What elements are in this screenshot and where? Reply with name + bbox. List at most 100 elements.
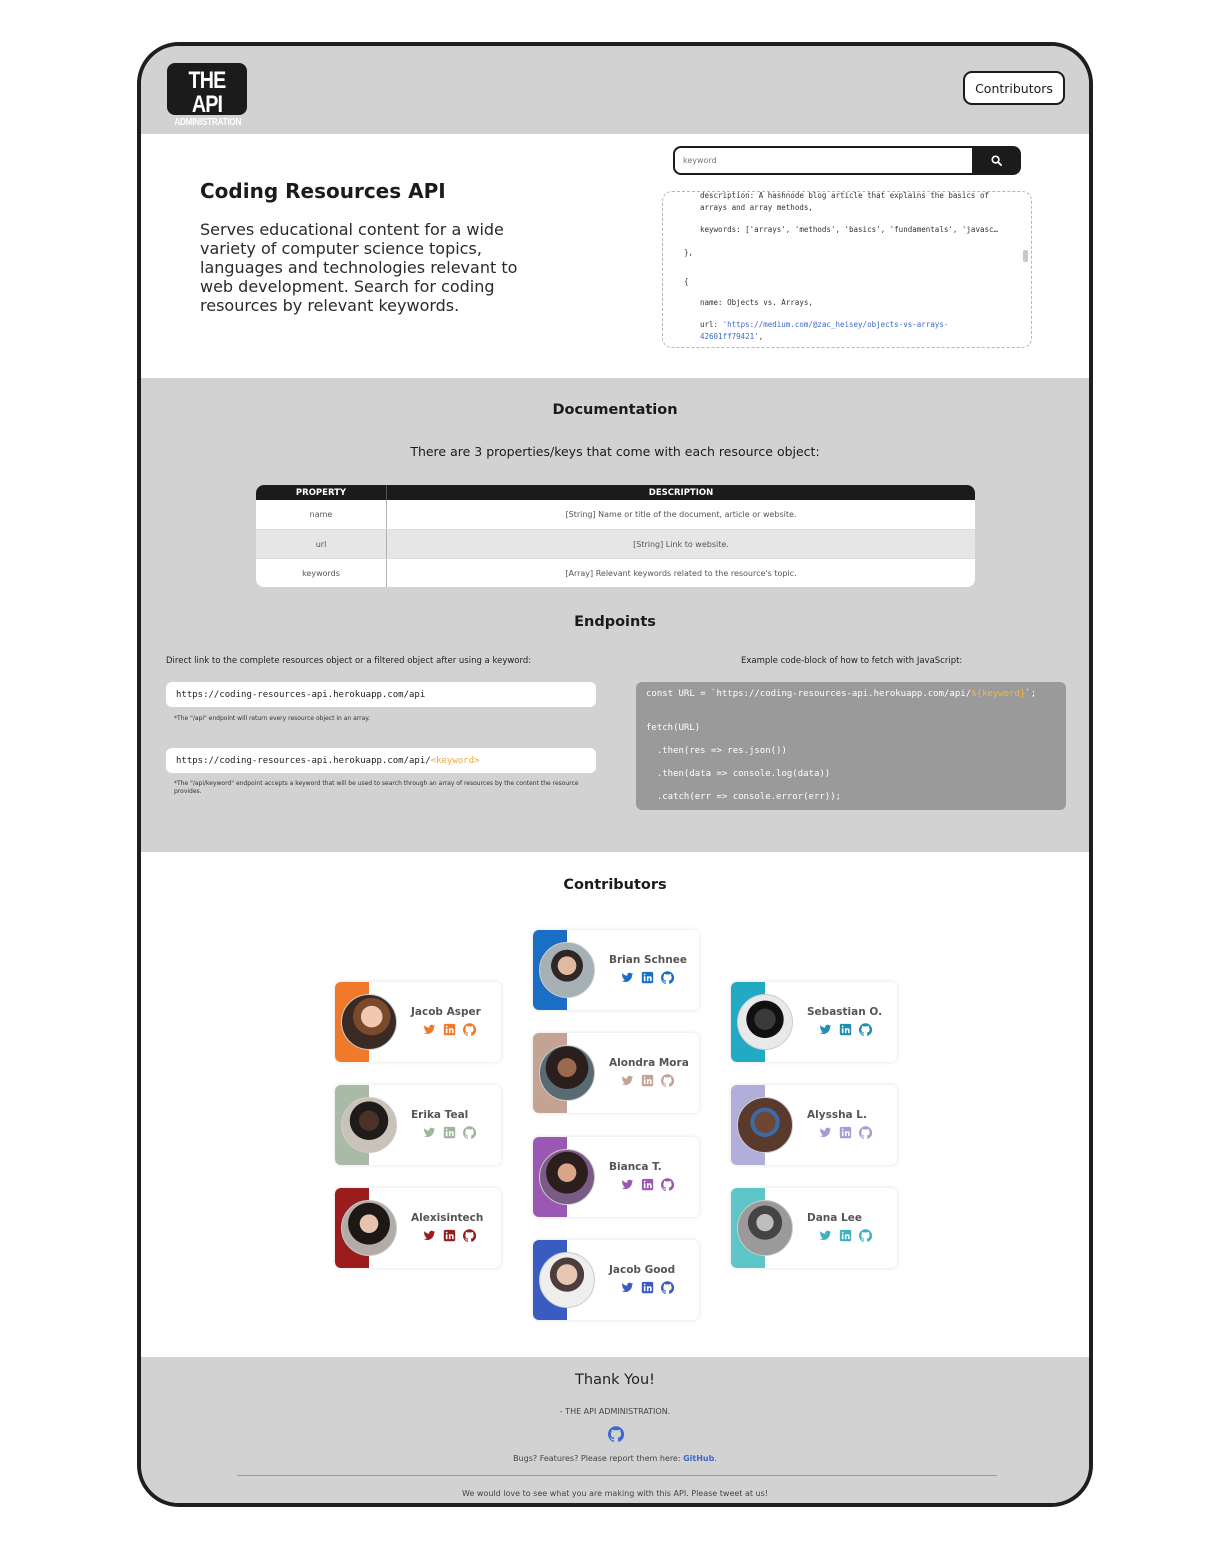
twitter-icon[interactable] bbox=[819, 1023, 832, 1036]
endpoint-url-keyword[interactable]: https://coding-resources-api.herokuapp.c… bbox=[166, 748, 596, 773]
social-links bbox=[423, 1229, 476, 1242]
thanks-text: Thank You! bbox=[575, 1372, 655, 1388]
contributor-name: Alyssha L. bbox=[807, 1109, 867, 1121]
linkedin-icon[interactable] bbox=[641, 1074, 654, 1087]
scrollbar[interactable] bbox=[1023, 250, 1028, 262]
github-link[interactable]: GitHub bbox=[683, 1454, 714, 1463]
linkedin-icon[interactable] bbox=[443, 1229, 456, 1242]
cell-description: [String] Name or title of the document, … bbox=[565, 510, 797, 519]
github-icon[interactable] bbox=[463, 1126, 476, 1139]
contributor-name: Bianca T. bbox=[609, 1161, 662, 1173]
contributor-card[interactable]: Brian Schnee bbox=[533, 930, 699, 1010]
avatar bbox=[737, 994, 793, 1050]
contributor-card[interactable]: Sebastian O. bbox=[731, 982, 897, 1062]
hero-section: Coding Resources API Serves educational … bbox=[141, 134, 1089, 378]
endpoint-url-keyword-placeholder: <keyword> bbox=[430, 755, 480, 766]
twitter-icon[interactable] bbox=[819, 1229, 832, 1242]
tweet-text: We would love to see what you are making… bbox=[462, 1489, 768, 1498]
twitter-icon[interactable] bbox=[621, 971, 634, 984]
linkedin-icon[interactable] bbox=[641, 1281, 654, 1294]
contributors-title: Contributors bbox=[563, 877, 667, 893]
contributor-card[interactable]: Jacob Asper bbox=[335, 982, 501, 1062]
twitter-icon[interactable] bbox=[423, 1126, 436, 1139]
bug-report-label: Bugs? Features? Please report them here: bbox=[513, 1454, 684, 1463]
github-icon[interactable] bbox=[661, 971, 674, 984]
logo-line1: THE API bbox=[188, 67, 227, 118]
linkedin-icon[interactable] bbox=[641, 1178, 654, 1191]
endpoint-note-all: *The "/api" endpoint will return every r… bbox=[174, 715, 370, 722]
twitter-icon[interactable] bbox=[423, 1229, 436, 1242]
column-header-description: DESCRIPTION bbox=[648, 487, 714, 498]
cell-property: name bbox=[256, 500, 387, 529]
endpoints-left-label: Direct link to the complete resources ob… bbox=[166, 656, 532, 666]
table-header: PROPERTY DESCRIPTION bbox=[256, 485, 975, 500]
contributor-name: Brian Schnee bbox=[609, 954, 687, 966]
contributor-card[interactable]: Erika Teal bbox=[335, 1085, 501, 1165]
endpoint-url-base: https://coding-resources-api.herokuapp.c… bbox=[176, 755, 431, 766]
twitter-icon[interactable] bbox=[819, 1126, 832, 1139]
social-links bbox=[621, 971, 674, 984]
search-input[interactable] bbox=[673, 146, 973, 175]
linkedin-icon[interactable] bbox=[443, 1126, 456, 1139]
code-line: keywords: ['arrays', 'methods', 'basics'… bbox=[700, 225, 999, 234]
properties-table: PROPERTY DESCRIPTION name [String] Name … bbox=[256, 485, 975, 587]
twitter-icon[interactable] bbox=[621, 1074, 634, 1087]
logo-line2: ADMINISTRATION bbox=[174, 117, 242, 128]
contributors-button[interactable]: Contributors bbox=[963, 71, 1065, 105]
divider bbox=[237, 1475, 997, 1476]
contributor-card[interactable]: Bianca T. bbox=[533, 1137, 699, 1217]
hero-description: Serves educational content for a wide va… bbox=[200, 220, 518, 315]
code-comma: , bbox=[758, 332, 764, 341]
twitter-icon[interactable] bbox=[621, 1178, 634, 1191]
contributor-name: Jacob Asper bbox=[411, 1006, 481, 1018]
cell-property: url bbox=[256, 530, 387, 558]
code-link-cont[interactable]: 42601ff79421' bbox=[700, 332, 759, 341]
fetch-code-block[interactable]: const URL = `https://coding-resources-ap… bbox=[636, 682, 1066, 810]
linkedin-icon[interactable] bbox=[443, 1023, 456, 1036]
contributor-card[interactable]: Alondra Mora bbox=[533, 1033, 699, 1113]
github-icon[interactable] bbox=[859, 1229, 872, 1242]
twitter-icon[interactable] bbox=[423, 1023, 436, 1036]
github-icon[interactable] bbox=[661, 1074, 674, 1087]
github-icon[interactable] bbox=[463, 1229, 476, 1242]
github-icon[interactable] bbox=[608, 1426, 624, 1442]
contributor-name: Erika Teal bbox=[411, 1109, 469, 1121]
github-icon[interactable] bbox=[661, 1281, 674, 1294]
bug-report-end: . bbox=[714, 1454, 717, 1463]
avatar bbox=[341, 994, 397, 1050]
browser-window: THE API ADMINISTRATION Contributors Codi… bbox=[137, 42, 1093, 1507]
linkedin-icon[interactable] bbox=[839, 1023, 852, 1036]
contributor-card[interactable]: Alexisintech bbox=[335, 1188, 501, 1268]
github-icon[interactable] bbox=[859, 1126, 872, 1139]
avatar bbox=[539, 1149, 595, 1205]
twitter-icon[interactable] bbox=[621, 1281, 634, 1294]
json-preview[interactable]: description: A hashnode blog article tha… bbox=[662, 191, 1032, 348]
github-icon[interactable] bbox=[661, 1178, 674, 1191]
code-line-then-log: .then(data => console.log(data)) bbox=[646, 769, 831, 779]
avatar bbox=[341, 1097, 397, 1153]
social-links bbox=[621, 1281, 674, 1294]
endpoint-url-all[interactable]: https://coding-resources-api.herokuapp.c… bbox=[166, 682, 596, 707]
social-links bbox=[819, 1126, 872, 1139]
linkedin-icon[interactable] bbox=[839, 1126, 852, 1139]
linkedin-icon[interactable] bbox=[839, 1229, 852, 1242]
column-header-property: PROPERTY bbox=[256, 485, 387, 500]
social-links bbox=[819, 1229, 872, 1242]
code-line-then-json: .then(res => res.json()) bbox=[646, 746, 787, 756]
signature-text: - THE API ADMINISTRATION. bbox=[559, 1407, 671, 1416]
contributor-card[interactable]: Jacob Good bbox=[533, 1240, 699, 1320]
contributor-card[interactable]: Alyssha L. bbox=[731, 1085, 897, 1165]
code-link[interactable]: 'https://medium.com/@zac_heisey/objects-… bbox=[723, 320, 949, 329]
search-button[interactable] bbox=[972, 146, 1021, 175]
github-icon[interactable] bbox=[859, 1023, 872, 1036]
documentation-subtitle: There are 3 properties/keys that come wi… bbox=[410, 444, 820, 459]
code-line: name: Objects vs. Arrays, bbox=[700, 298, 813, 307]
github-icon[interactable] bbox=[463, 1023, 476, 1036]
logo[interactable]: THE API ADMINISTRATION bbox=[167, 63, 247, 128]
linkedin-icon[interactable] bbox=[641, 971, 654, 984]
header: THE API ADMINISTRATION Contributors bbox=[141, 46, 1089, 134]
cell-property: keywords bbox=[256, 559, 387, 587]
code-key: url: bbox=[700, 320, 723, 329]
contributor-name: Dana Lee bbox=[807, 1212, 862, 1224]
contributor-card[interactable]: Dana Lee bbox=[731, 1188, 897, 1268]
